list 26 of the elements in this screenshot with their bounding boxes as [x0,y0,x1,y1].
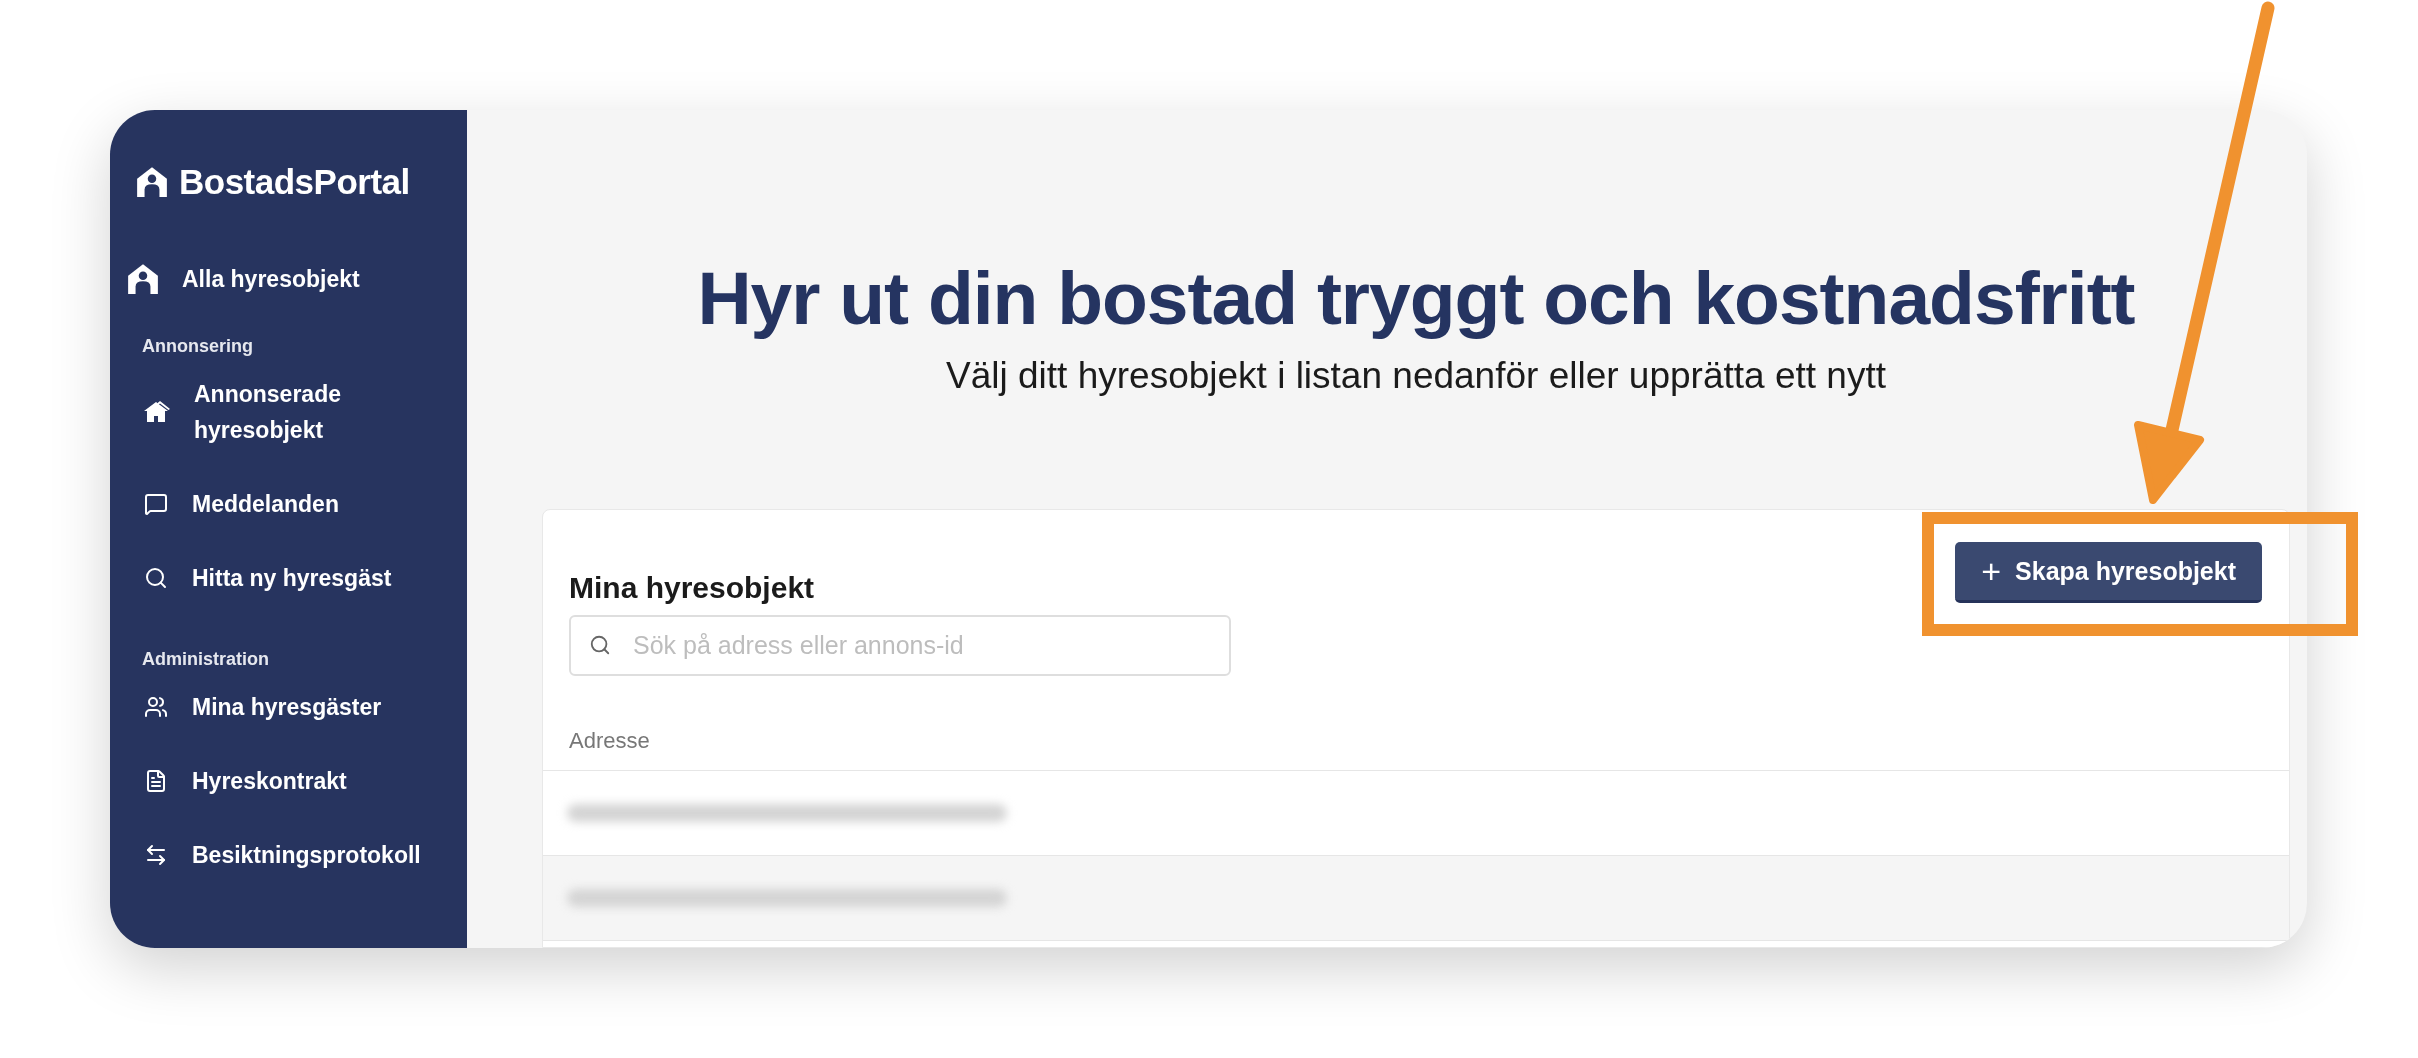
speech-bubble-icon [144,492,168,516]
logo-text: BostadsPortal [179,162,410,202]
table-row[interactable] [543,856,2289,942]
card-title: Mina hyresobjekt [569,571,815,606]
nav-item[interactable]: Hyreskontrakt [126,744,436,818]
nav-item[interactable]: Besiktningsprotokoll [126,818,436,892]
nav-item[interactable]: Hitta ny hyresgäst [126,541,436,615]
people-icon [144,695,168,719]
nav-heading: Annonsering [142,336,253,357]
nav-item[interactable]: Mina hyresgäster [126,670,436,744]
house-person-icon [126,262,160,296]
create-button[interactable]: + Skapa hyresobjekt [1955,542,2262,604]
nav-heading: Administration [142,649,269,670]
document-icon [144,769,168,793]
nav-item[interactable]: Alla hyresobjekt [126,258,467,300]
search-icon [589,634,611,657]
houses-icon [144,400,170,424]
arrows-icon [144,843,168,867]
nav-item[interactable]: Annonserade hyresobjekt [126,357,436,467]
house-person-icon [135,165,169,199]
search-field[interactable]: Sök på adress eller annons-id [569,615,1231,677]
column-header: Adresse [569,728,650,755]
nav-item[interactable]: Meddelanden [126,467,436,541]
page-subtitle: Välj ditt hyresobjekt i listan nedanför eller upprätta ett nytt [946,355,1886,398]
search-icon [144,566,168,590]
page-title: Hyr ut din bostad tryggt och kostnadsfritt [697,255,2135,342]
